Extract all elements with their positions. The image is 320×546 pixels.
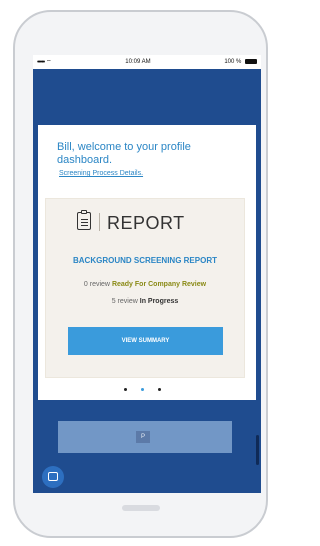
wifi-icon: ⌔ (45, 60, 52, 66)
pager-dot[interactable] (124, 388, 127, 391)
report-title: BACKGROUND SCREENING REPORT (72, 256, 217, 265)
review-status: In Progress (139, 298, 179, 305)
screening-process-link[interactable]: Screening Process Details. (59, 170, 143, 177)
review-count: 5 review (111, 298, 138, 305)
phone-home-bar (122, 505, 160, 511)
review-count: 0 review (83, 281, 110, 288)
status-time: 10:09 AM (125, 59, 151, 65)
review-line-ready: 0 review Ready For Company Review (57, 281, 233, 289)
welcome-message: Bill, welcome to your profile dashboard. (57, 141, 191, 166)
report-heading: REPORT (107, 213, 185, 233)
review-status: Ready For Company Review (111, 281, 207, 288)
pager-dot-active[interactable] (141, 388, 144, 391)
chat-bubble-icon[interactable] (42, 466, 64, 488)
review-line-progress: 5 review In Progress (57, 298, 233, 306)
battery-indicator: 100 % (224, 58, 257, 66)
signal-indicator: ••••• ⌔ (37, 58, 52, 66)
signal-dots: ••••• (37, 59, 45, 66)
battery-text: 100 % (224, 59, 242, 66)
app-screen: ••••• ⌔ 10:09 AM 100 % Bill, welcome to … (33, 55, 261, 493)
pager-dot[interactable] (158, 388, 161, 391)
status-bar: ••••• ⌔ 10:09 AM 100 % (33, 55, 261, 69)
report-divider (99, 213, 100, 231)
clipboard-icon (77, 210, 91, 230)
battery-icon (245, 58, 257, 64)
carousel-pager (124, 388, 161, 391)
view-summary-button[interactable]: VIEW SUMMARY (68, 327, 223, 355)
scrollbar[interactable] (256, 435, 259, 465)
next-card-button[interactable]: P (136, 431, 150, 443)
